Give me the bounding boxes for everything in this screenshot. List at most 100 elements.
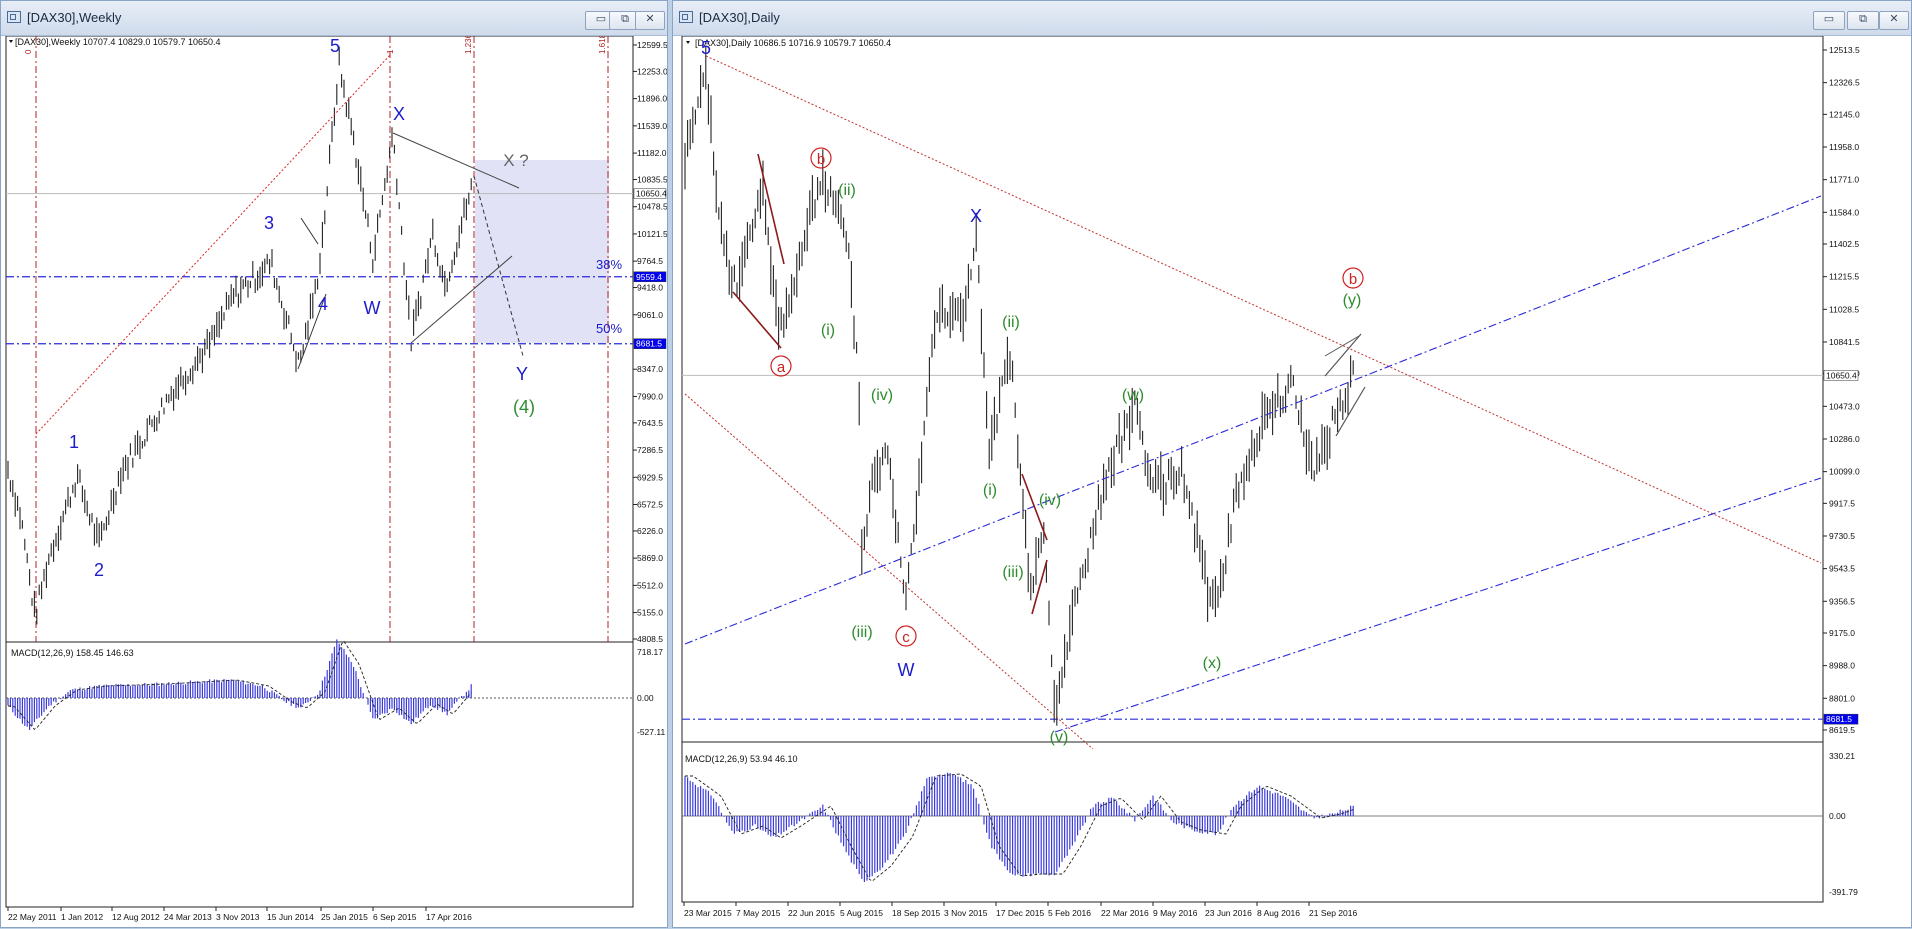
weekly-title-bar[interactable]: [DAX30],Weekly ▭ ⧉ ✕ <box>1 1 667 36</box>
daily-price-tick-label: 10841.5 <box>1829 337 1860 347</box>
daily-date-label: 5 Aug 2015 <box>840 908 883 918</box>
daily-price-tick-label: 9543.5 <box>1829 564 1855 574</box>
fib-time-1236-label: 1.236 <box>464 36 473 54</box>
wave-label-x: X <box>393 104 405 124</box>
daily-price-tick-label: 8619.5 <box>1829 725 1855 735</box>
weekly-price-tick-label: 5512.0 <box>637 580 663 590</box>
weekly-price-tick-label: 6226.0 <box>637 526 663 536</box>
close-button[interactable]: ✕ <box>635 11 665 30</box>
weekly-date-label: 1 Jan 2012 <box>61 912 103 922</box>
minimize-button[interactable]: ▭ <box>1813 11 1845 30</box>
daily-price-tick-label: 11958.0 <box>1829 142 1859 152</box>
daily-price-tick-label: 10099.0 <box>1829 467 1860 477</box>
chart-window-icon <box>7 11 21 23</box>
wave-label-iv-1: (iv) <box>871 387 893 404</box>
weekly-date-label: 15 Jun 2014 <box>267 912 314 922</box>
weekly-price-tick-label: 8347.0 <box>637 364 663 374</box>
weekly-date-label: 6 Sep 2015 <box>373 912 417 922</box>
daily-price-axis: 12513.5 12326.5 12145.0 11958.0 11771.0 11584… <box>1823 45 1860 735</box>
wave-label-iii-2: (iii) <box>1002 564 1023 581</box>
wave-label-y: Y <box>516 364 528 384</box>
daily-price-tick-label: 11584.0 <box>1829 207 1859 217</box>
close-button[interactable]: ✕ <box>1879 11 1909 30</box>
wave-label-ii-2: (ii) <box>1002 314 1020 331</box>
weekly-price-tick-label: 10835.5 <box>637 174 667 184</box>
wave-label-w: W <box>364 298 381 318</box>
weekly-price-tick-label: 10121.5 <box>637 229 667 239</box>
weekly-level-50-tag-text: 8681.5 <box>636 339 662 349</box>
fib-time-0-label: 0 <box>24 49 33 54</box>
daily-date-label: 23 Jun 2016 <box>1205 908 1252 918</box>
daily-date-label: 23 Mar 2015 <box>684 908 732 918</box>
daily-price-tick-label: 9730.5 <box>1829 531 1855 541</box>
wave-label-3: 3 <box>264 213 274 233</box>
weekly-current-price-tag-text: 10650.4 <box>636 189 667 199</box>
weekly-macd-tick-label: 718.17 <box>637 647 663 657</box>
daily-info-line: [DAX30],Daily 10686.5 10716.9 10579.7 10… <box>695 38 891 48</box>
wave-label-x: X <box>970 206 982 226</box>
svg-text:c: c <box>902 629 910 646</box>
daily-date-label: 22 Jun 2015 <box>788 908 835 918</box>
weekly-price-tick-label: 11182.0 <box>637 148 667 158</box>
wave-label-5: 5 <box>330 36 340 56</box>
daily-price-tick-label: 9175.0 <box>1829 628 1855 638</box>
weekly-chart-window: [DAX30],Weekly ▭ ⧉ ✕ 12599.5 12253.0 11896… <box>0 0 668 928</box>
weekly-date-label: 3 Nov 2013 <box>216 912 260 922</box>
daily-price-tick-label: 11028.5 <box>1829 304 1859 314</box>
weekly-price-tick-label: 9061.0 <box>637 310 663 320</box>
daily-chart-svg[interactable]: 12513.5 12326.5 12145.0 11958.0 11771.0 11584… <box>673 36 1911 929</box>
weekly-macd-label: MACD(12,26,9) 158.45 146.63 <box>11 648 134 658</box>
daily-current-price-tag-text: 10650.4 <box>1826 370 1857 380</box>
daily-window-title: [DAX30],Daily <box>699 10 780 25</box>
svg-text:b: b <box>1349 271 1357 288</box>
wave-label-1: 1 <box>69 432 79 452</box>
daily-date-label: 18 Sep 2015 <box>892 908 940 918</box>
restore-button[interactable]: ⧉ <box>1847 11 1879 30</box>
daily-date-label: 7 May 2015 <box>736 908 781 918</box>
weekly-price-tick-label: 7990.0 <box>637 391 663 401</box>
weekly-price-tick-label: 9764.5 <box>637 256 663 266</box>
daily-date-label: 22 Mar 2016 <box>1101 908 1149 918</box>
daily-date-axis: 23 Mar 2015 7 May 2015 22 Jun 2015 5 Aug 20… <box>683 902 1357 918</box>
weekly-level-38-tag-text: 9559.4 <box>636 272 662 282</box>
weekly-price-tick-label: 5155.0 <box>637 608 663 618</box>
daily-date-label: 5 Feb 2016 <box>1048 908 1091 918</box>
weekly-price-tick-label: 6572.5 <box>637 500 663 510</box>
daily-level-tag-text: 8681.5 <box>1826 714 1852 724</box>
daily-price-tick-label: 10473.0 <box>1829 401 1860 411</box>
wave-label-4-circled: (4) <box>513 397 535 417</box>
fib-time-1-label: 1 <box>386 49 395 54</box>
daily-date-label: 3 Nov 2015 <box>944 908 988 918</box>
wave-label-i-2: (i) <box>983 482 997 499</box>
weekly-price-tick-label: 7286.5 <box>637 445 663 455</box>
daily-price-tick-label: 12326.5 <box>1829 78 1860 88</box>
weekly-chart-svg[interactable]: 12599.5 12253.0 11896.0 11539.0 11182.0 10835… <box>1 36 667 929</box>
daily-date-label: 8 Aug 2016 <box>1257 908 1300 918</box>
daily-macd-label: MACD(12,26,9) 53.94 46.10 <box>685 754 798 764</box>
wave-label-i-1: (i) <box>821 322 835 339</box>
wave-label-2: 2 <box>94 560 104 580</box>
weekly-price-tick-label: 4808.5 <box>637 634 663 644</box>
weekly-date-label: 24 Mar 2013 <box>164 912 212 922</box>
weekly-price-tick-label: 9418.0 <box>637 283 663 293</box>
wave-label-v: (v) <box>1050 729 1069 746</box>
daily-price-tick-label: 11771.0 <box>1829 175 1859 185</box>
daily-price-tick-label: 8801.0 <box>1829 693 1855 703</box>
wave-label-y-green: (y) <box>1343 292 1362 309</box>
weekly-info-line: [DAX30],Weekly 10707.4 10829.0 10579.7 1… <box>15 37 221 47</box>
daily-price-tick-label: 12145.0 <box>1829 109 1860 119</box>
daily-price-tick-label: 9356.5 <box>1829 596 1855 606</box>
daily-price-tick-label: 8988.0 <box>1829 661 1855 671</box>
daily-price-tick-label: 9917.5 <box>1829 498 1855 508</box>
wave-label-iv-2: (iv) <box>1039 492 1061 509</box>
wave-label-5: 5 <box>701 38 711 58</box>
daily-price-tick-label: 12513.5 <box>1829 45 1860 55</box>
daily-price-tick-label: 11402.5 <box>1829 239 1859 249</box>
daily-plot-frame <box>681 36 1824 903</box>
daily-date-label: 21 Sep 2016 <box>1309 908 1357 918</box>
weekly-date-axis: 22 May 2011 1 Jan 2012 12 Aug 2012 24 Mar 2… <box>7 907 472 922</box>
svg-text:b: b <box>817 151 825 168</box>
weekly-price-tick-label: 12253.0 <box>637 66 667 76</box>
daily-title-bar[interactable]: [DAX30],Daily ▭ ⧉ ✕ <box>673 1 1911 36</box>
daily-date-label: 17 Dec 2015 <box>996 908 1044 918</box>
